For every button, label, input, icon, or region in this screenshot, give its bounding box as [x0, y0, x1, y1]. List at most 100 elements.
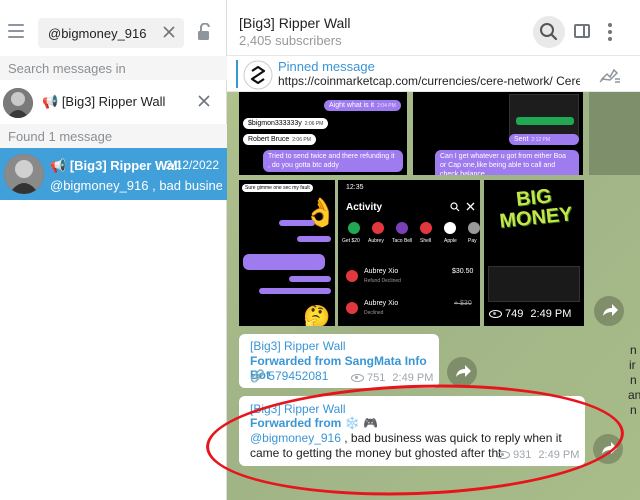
media-screenshot-chat-1[interactable]: Aight what is it 2:04 PM $bigmon333333y 2:…: [239, 92, 407, 175]
cere-logo-icon: [243, 60, 273, 90]
activity-title: Activity: [346, 202, 383, 213]
media-screenshot-activity[interactable]: 12:35 Activity Get $20 Aubrey Taco Bell …: [338, 180, 480, 326]
chat-bubble: $bigmon333333y 2:06 PM: [243, 118, 329, 129]
sidebar-toggle-icon[interactable]: [574, 24, 590, 38]
chat-header[interactable]: [Big3] Ripper Wall 2,405 subscribers: [227, 0, 640, 56]
share-arrow-icon: [603, 304, 618, 316]
status-time: 12:35: [346, 184, 364, 191]
message-meta: 931 2:49 PM: [497, 449, 579, 461]
share-button[interactable]: [593, 434, 623, 464]
more-options-icon[interactable]: [608, 23, 612, 41]
result-name: 📢 [Big3] Ripper Wall: [50, 158, 182, 173]
chat-bubble: [259, 288, 331, 294]
close-icon: [466, 202, 475, 211]
views-icon: [497, 451, 510, 460]
close-icon[interactable]: [198, 95, 210, 107]
search-box: [38, 18, 184, 48]
megaphone-icon: 📢: [50, 158, 67, 173]
megaphone-icon: 📢: [42, 94, 59, 109]
edge-text: n: [630, 403, 637, 417]
lock-icon[interactable]: [197, 23, 213, 41]
activity-row-name: Aubrey Xio: [364, 268, 399, 275]
message-meta: 751 2:49 PM: [351, 372, 433, 384]
edge-text: n: [630, 343, 637, 357]
link-icon: 🔗: [250, 369, 265, 383]
share-arrow-icon: [602, 442, 617, 454]
message-link[interactable]: 🔗 579452081: [250, 369, 328, 383]
menu-icon[interactable]: [8, 24, 24, 38]
contact-circle: [372, 222, 384, 234]
share-button[interactable]: [594, 296, 624, 326]
media-meta: 749 2:49 PM: [489, 308, 571, 320]
search-icon: [540, 23, 558, 41]
chat-bubble: Can I get whatever u got from either Boa…: [435, 150, 579, 175]
message-bubble[interactable]: [Big3] Ripper Wall Forwarded from SangMa…: [239, 334, 439, 388]
edge-text: n: [630, 373, 637, 387]
media-screenshot-chat-2[interactable]: Sent 2:12 PM Can I get whatever u got fro…: [413, 92, 583, 175]
pinned-title: Pinned message: [278, 59, 375, 74]
search-button[interactable]: [533, 16, 565, 48]
contact-circle: [444, 222, 456, 234]
clear-search-icon[interactable]: [162, 25, 176, 39]
result-date: 2/12/2022: [165, 158, 219, 172]
contact-label: Apple: [444, 238, 457, 244]
chat-bubble: [243, 254, 325, 270]
avatar: [3, 88, 33, 118]
pinned-indicator: [236, 60, 238, 88]
contact-label: Shell: [420, 238, 432, 244]
share-button[interactable]: [447, 357, 477, 387]
chat-filter-name: 📢 [Big3] Ripper Wall: [42, 94, 166, 109]
avatar: [346, 270, 358, 282]
chat-bubble: [279, 220, 315, 226]
contact-label: Get $20: [342, 238, 360, 244]
green-button: [516, 117, 574, 125]
page-title: [Big3] Ripper Wall: [239, 15, 351, 31]
pinned-message[interactable]: Pinned message https://coinmarketcap.com…: [227, 56, 640, 92]
chat-bubble: Sure gimme one sec my fault: [242, 184, 313, 192]
contact-circle: [396, 222, 408, 234]
result-preview: @bigmoney_916 , bad business ...: [50, 178, 222, 193]
thinking-emoji: 🤔: [303, 304, 331, 326]
chat-bubble: Aight what is it 2:04 PM: [324, 100, 401, 111]
left-panel: Search messages in 📢 [Big3] Ripper Wall …: [0, 0, 227, 500]
chat-bubble: [297, 236, 331, 242]
chat-filter[interactable]: 📢 [Big3] Ripper Wall: [0, 80, 227, 124]
activity-row-amount: + $30: [454, 300, 472, 307]
contact-label: Aubrey: [368, 238, 384, 244]
avatar: [346, 302, 358, 314]
activity-row-status: Declined: [364, 310, 384, 316]
chat-bubble: Sent 2:12 PM: [509, 134, 579, 145]
search-icon: [450, 202, 460, 212]
chat-bubble: Tried to send twice and there refunding …: [263, 150, 403, 172]
search-input[interactable]: [48, 23, 158, 43]
search-in-label: Search messages in: [0, 56, 227, 80]
media-screenshot-bigmoney[interactable]: BIG MONEY 749 2:49 PM: [484, 180, 584, 326]
search-result-item[interactable]: 📢 [Big3] Ripper Wall 2/12/2022 @bigmoney…: [0, 148, 227, 200]
media-partial-right[interactable]: [589, 92, 640, 175]
edge-text: ir: [629, 358, 636, 372]
contact-label: Pay: [468, 238, 477, 244]
media-screenshot-texts[interactable]: Sure gimme one sec my fault 👌 🤔: [239, 180, 335, 326]
share-arrow-icon: [456, 365, 471, 377]
activity-row-name: Aubrey Xio: [364, 300, 399, 307]
chat-bubble: Robert Bruce 2:06 PM: [243, 134, 316, 145]
subscriber-count: 2,405 subscribers: [239, 33, 342, 48]
message-author: [Big3] Ripper Wall: [250, 339, 346, 353]
avatar: [4, 154, 44, 194]
forwarded-emoji-icons: ❄️ 🎮: [344, 416, 378, 430]
views-icon: [489, 310, 502, 319]
contact-circle: [348, 222, 360, 234]
mention-link[interactable]: @bigmoney_916: [250, 431, 341, 445]
forwarded-from[interactable]: Forwarded from ❄️ 🎮: [250, 416, 378, 430]
contact-circle: [468, 222, 480, 234]
chat-bubble: [289, 276, 331, 282]
contact-label: Taco Bell: [392, 238, 413, 244]
chat-panel: [Big3] Ripper Wall 2,405 subscribers Pin…: [227, 0, 640, 500]
message-author: [Big3] Ripper Wall: [250, 402, 346, 416]
message-bubble[interactable]: [Big3] Ripper Wall Forwarded from ❄️ 🎮 @…: [239, 396, 585, 466]
pin-list-icon[interactable]: [599, 67, 621, 83]
edge-text: an: [628, 388, 640, 402]
dark-card: [488, 266, 580, 302]
bigmoney-logo: BIG MONEY: [498, 185, 574, 233]
pinned-text: https://coinmarketcap.com/currencies/cer…: [278, 74, 580, 88]
